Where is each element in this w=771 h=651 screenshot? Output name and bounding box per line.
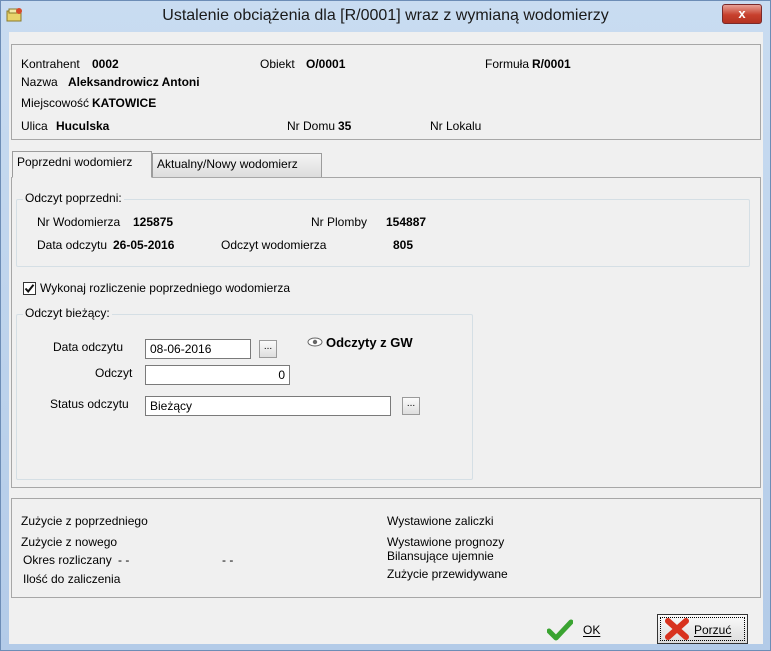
reading-status-picker-button[interactable]: ... [402,397,420,415]
bilansujace-ujemnie-label: Bilansujące ujemnie [387,549,494,563]
settle-previous-checkbox[interactable] [23,282,36,295]
nr-domu-label: Nr Domu [287,119,336,133]
wystawione-prognozy-label: Wystawione prognozy [387,535,505,549]
dialog-window: Ustalenie obciążenia dla [R/0001] wraz z… [0,0,771,651]
okres-from-value: - - [118,553,130,567]
tab-previous-meter-label: Poprzedni wodomierz [17,155,133,169]
ilosc-do-zaliczenia-label: Ilość do zaliczenia [23,572,121,586]
wystawione-zaliczki-label: Wystawione zaliczki [387,514,494,528]
obiekt-label: Obiekt [260,57,295,71]
ulica-label: Ulica [21,119,48,133]
status-odczytu-label: Status odczytu [50,397,129,411]
kontrahent-value: 0002 [92,57,119,71]
tab-page-previous-meter: Odczyt poprzedni: Nr Wodomierza 125875 N… [11,177,761,488]
odczyty-z-gw-link[interactable]: Odczyty z GW [326,335,413,350]
ok-button-label: OK [583,623,601,637]
nr-plomby-label: Nr Plomby [311,215,368,229]
nr-plomby-value: 154887 [386,215,427,229]
ulica-value: Huculska [56,119,110,133]
reading-value-input[interactable]: 0 [145,365,290,385]
nr-lokalu-label: Nr Lokalu [430,119,482,133]
nazwa-label: Nazwa [21,75,58,89]
formula-label: Formuła [485,57,530,71]
checkmark-icon [24,284,35,294]
ok-button[interactable]: OK [546,616,607,644]
data-odczytu-prev-label: Data odczytu [37,238,108,252]
zuzycie-przewidywane-label: Zużycie przewidywane [387,567,508,581]
reading-date-input[interactable]: 08-06-2016 [145,339,251,359]
reading-date-picker-button[interactable]: ... [259,340,277,358]
current-reading-title: Odczyt bieżący: [23,306,112,320]
okres-to-value: - - [222,553,234,567]
dialog-client: Kontrahent 0002 Obiekt O/0001 Formuła R/… [9,32,763,644]
title-bar[interactable]: Ustalenie obciążenia dla [R/0001] wraz z… [1,1,770,33]
okres-rozliczany-label: Okres rozliczany [23,553,112,567]
nr-domu-value: 35 [338,119,352,133]
nr-wodomierza-value: 125875 [133,215,174,229]
cancel-button[interactable]: Porzuć [657,614,748,644]
nr-wodomierza-label: Nr Wodomierza [37,215,121,229]
obiekt-value: O/0001 [306,57,346,71]
window-title: Ustalenie obciążenia dla [R/0001] wraz z… [162,7,609,24]
close-icon: x [738,6,746,21]
tab-current-meter[interactable]: Aktualny/Nowy wodomierz [152,153,322,178]
settle-previous-label[interactable]: Wykonaj rozliczenie poprzedniego wodomie… [40,281,290,295]
miejscowosc-label: Miejscowość [21,96,90,110]
odczyt-label: Odczyt [95,366,133,380]
previous-reading-group: Odczyt poprzedni: Nr Wodomierza 125875 N… [16,191,750,267]
cancel-button-label: Porzuć [694,623,732,637]
formula-value: R/0001 [532,57,571,71]
current-reading-group: Odczyt bieżący: Data odczytu 08-06-2016 … [16,306,473,480]
zuzycie-poprzedniego-label: Zużycie z poprzedniego [21,514,148,528]
odczyt-wodomierza-value: 805 [393,238,414,252]
miejscowosc-value: KATOWICE [92,96,157,110]
contractor-info-panel: Kontrahent 0002 Obiekt O/0001 Formuła R/… [11,44,761,140]
checkmark-icon [546,619,574,644]
data-odczytu-label: Data odczytu [53,340,124,354]
nazwa-value: Aleksandrowicz Antoni [68,75,200,89]
close-button[interactable]: x [722,4,762,24]
tab-current-meter-label: Aktualny/Nowy wodomierz [157,157,298,171]
data-odczytu-prev-value: 26-05-2016 [113,238,175,252]
odczyt-wodomierza-label: Odczyt wodomierza [221,238,327,252]
previous-reading-title: Odczyt poprzedni: [23,191,124,205]
tab-previous-meter[interactable]: Poprzedni wodomierz [12,151,152,178]
reading-status-input[interactable]: Bieżący [145,396,391,416]
consumption-summary-panel: Zużycie z poprzedniego Zużycie z nowego … [11,498,761,598]
zuzycie-nowego-label: Zużycie z nowego [21,535,118,549]
eye-icon [307,336,323,350]
x-cross-icon [664,618,690,643]
kontrahent-label: Kontrahent [21,57,80,71]
